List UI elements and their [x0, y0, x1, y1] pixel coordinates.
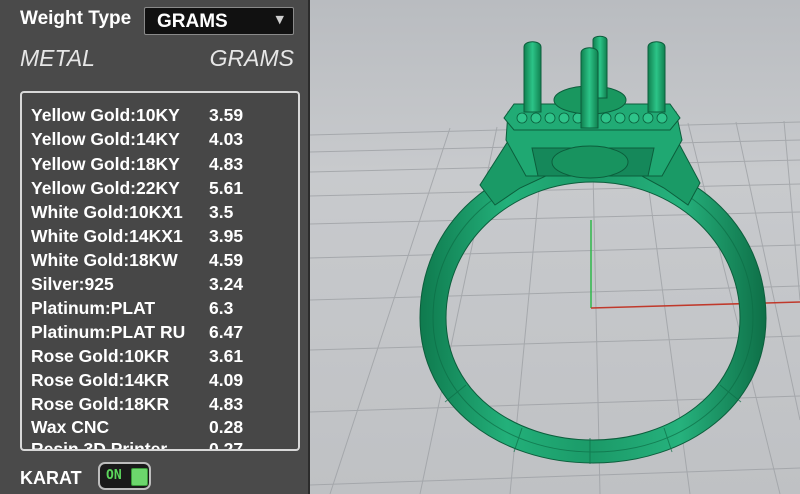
metal-grams: 3.24 — [209, 274, 244, 294]
metal-grams: 4.59 — [209, 250, 244, 270]
metal-name: Yellow Gold:10KY — [31, 105, 180, 125]
metal-grams: 4.83 — [209, 154, 244, 174]
metal-name: Yellow Gold:14KY — [31, 129, 180, 149]
metal-grams: 4.83 — [209, 394, 244, 414]
metal-grams: 4.03 — [209, 129, 244, 149]
metal-name: Rose Gold:14KR — [31, 370, 170, 390]
toggle-on-label: ON — [106, 468, 122, 483]
metal-grams: 4.09 — [209, 370, 244, 390]
metal-grams: 3.95 — [209, 226, 244, 246]
karat-toggle[interactable]: ON — [98, 462, 151, 490]
metal-column-header: METAL — [20, 45, 95, 71]
weight-panel: Weight Type GRAMS ▼ METAL GRAMS Yellow G… — [0, 0, 310, 494]
metal-name: Yellow Gold:22KY — [31, 178, 180, 198]
metal-name: Silver:925 — [31, 274, 114, 294]
metal-grams: 3.59 — [209, 105, 244, 125]
weight-type-label: Weight Type — [20, 8, 132, 29]
karat-label: KARAT — [20, 468, 82, 488]
weight-type-value: GRAMS — [157, 11, 228, 32]
metal-name: White Gold:18KW — [31, 250, 178, 270]
metal-grams: 6.47 — [209, 322, 244, 342]
metal-weight-list[interactable]: Yellow Gold:10KY 3.59 Yellow Gold:14KY 4.0… — [20, 91, 300, 451]
metal-grams: 5.61 — [209, 178, 244, 198]
stone-seat — [551, 145, 629, 179]
metal-grams: 3.5 — [209, 202, 234, 222]
grams-column-header: GRAMS — [209, 45, 294, 71]
metal-name: White Gold:14KX1 — [31, 226, 183, 246]
toggle-knob — [131, 468, 148, 486]
metal-name: Rose Gold:10KR — [31, 346, 170, 366]
metal-grams: 6.3 — [209, 298, 234, 318]
metal-name: Wax CNC — [31, 417, 110, 437]
metal-name: Rose Gold:18KR — [31, 394, 170, 414]
metal-grams: 3.61 — [209, 346, 244, 366]
chevron-down-icon: ▼ — [275, 13, 284, 26]
metal-name: Platinum:PLAT RU — [31, 322, 186, 342]
metal-grams: 0.28 — [209, 417, 244, 437]
metal-name: White Gold:10KX1 — [31, 202, 183, 222]
metal-name: Yellow Gold:18KY — [31, 154, 180, 174]
weight-type-select[interactable]: GRAMS ▼ — [144, 7, 294, 35]
metal-name: Platinum:PLAT — [31, 298, 156, 318]
metal-name: Resin 3D Printer — [31, 439, 168, 451]
metal-grams: 0.27 — [209, 439, 244, 451]
